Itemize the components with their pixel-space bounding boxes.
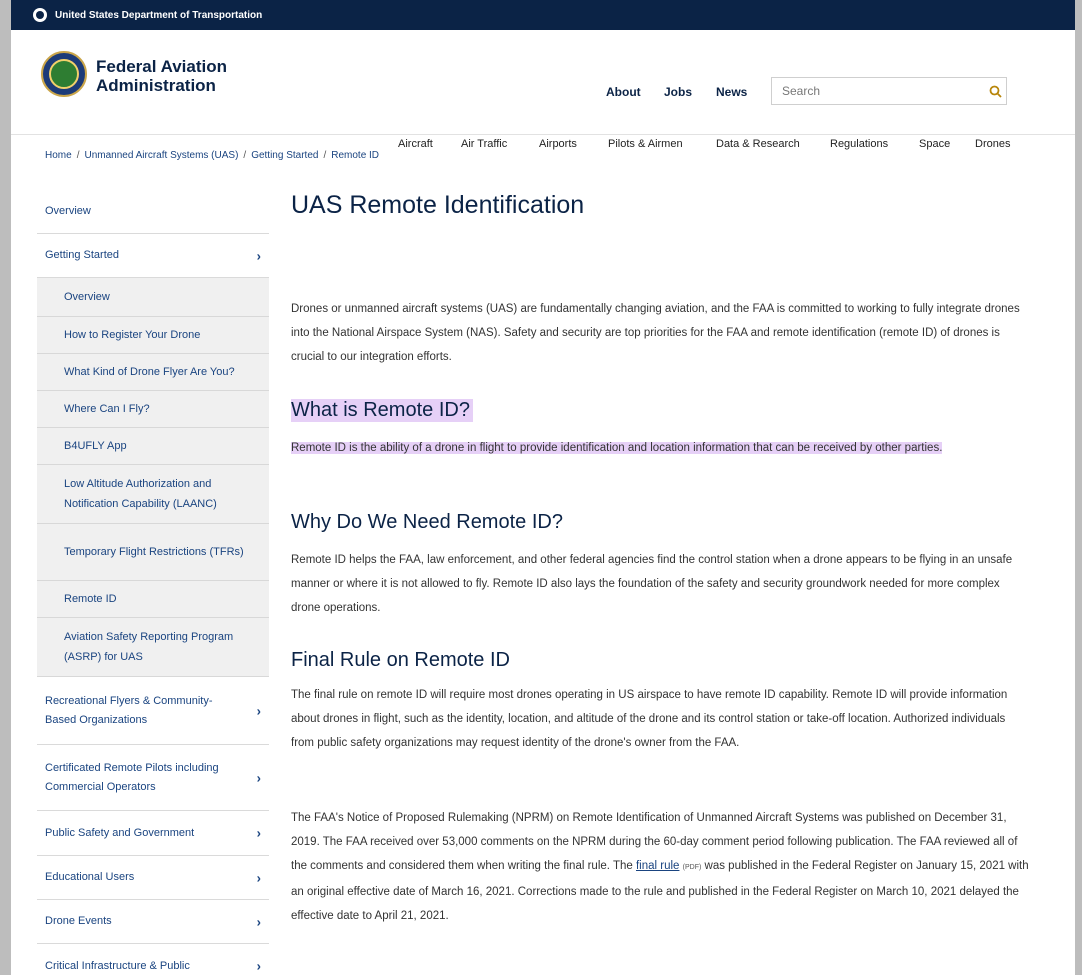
- sidebar-item-label: Public Safety and Government: [45, 826, 195, 839]
- breadcrumb-getting-started[interactable]: Getting Started: [251, 150, 318, 161]
- breadcrumb: Home / Unmanned Aircraft Systems (UAS) / Get…: [45, 150, 380, 161]
- subnav-item-flyer-type[interactable]: What Kind of Drone Flyer Are You?: [37, 354, 269, 391]
- what-paragraph: Remote ID is the ability of a drone in f…: [291, 436, 1031, 460]
- subnav-item-label: What Kind of Drone Flyer Are You?: [64, 366, 235, 378]
- nav-airports[interactable]: Airports: [539, 138, 577, 150]
- breadcrumb-home[interactable]: Home: [45, 150, 72, 161]
- nprm-paragraph: The FAA's Notice of Proposed Rulemaking …: [291, 806, 1031, 928]
- subnav-item-laanc[interactable]: Low Altitude Authorization and Notificat…: [37, 465, 269, 524]
- subnav-item-overview[interactable]: Overview: [37, 278, 269, 317]
- subnav-item-label: Low Altitude Authorization and Notificat…: [64, 478, 217, 510]
- subnav-item-label: Overview: [64, 291, 110, 303]
- sidebar-item-label: Overview: [45, 205, 91, 217]
- faa-seal-icon[interactable]: [41, 51, 87, 97]
- intro-paragraph: Drones or unmanned aircraft systems (UAS…: [291, 303, 1020, 363]
- chevron-right-icon: ›: [256, 825, 261, 841]
- subnav-item-register[interactable]: How to Register Your Drone: [37, 317, 269, 354]
- site-logo-text[interactable]: Federal Aviation Administration: [96, 57, 296, 95]
- subnav-item-tfrs[interactable]: Temporary Flight Restrictions (TFRs): [37, 524, 269, 581]
- subnav-item-b4ufly[interactable]: B4UFLY App: [37, 428, 269, 465]
- logo-line-2: Administration: [96, 76, 216, 95]
- agency-name[interactable]: United States Department of Transportati…: [55, 10, 262, 21]
- sidebar-item-drone-events[interactable]: Drone Events ›: [37, 900, 269, 944]
- sidebar-item-label: Getting Started: [45, 249, 119, 261]
- sidebar-item-label: Educational Users: [45, 871, 135, 883]
- breadcrumb-current: Remote ID: [331, 150, 380, 161]
- sidebar-item-label: Critical Infrastructure & Public: [45, 959, 190, 972]
- sidebar-item-certificated[interactable]: Certificated Remote Pilots including Com…: [37, 745, 269, 811]
- why-paragraph: Remote ID helps the FAA, law enforcement…: [291, 554, 1013, 614]
- sidebar-item-label: Certificated Remote Pilots including Com…: [45, 761, 219, 793]
- pdf-badge: (PDF): [682, 864, 702, 871]
- nav-space[interactable]: Space: [919, 138, 950, 150]
- highlighted-definition: Remote ID is the ability of a drone in f…: [291, 442, 943, 454]
- sidebar-item-recreational[interactable]: Recreational Flyers & Community-Based Or…: [37, 677, 269, 745]
- chevron-right-icon: ›: [256, 770, 261, 785]
- search-input[interactable]: [772, 78, 984, 104]
- heading-final-rule: Final Rule on Remote ID: [291, 649, 510, 671]
- subnav-item-label: Where Can I Fly?: [64, 403, 150, 415]
- logo-line-1: Federal Aviation: [96, 57, 227, 76]
- subnav-item-label: Remote ID: [64, 593, 117, 605]
- sidebar-item-critical-infrastructure[interactable]: Critical Infrastructure & Public ›: [37, 944, 269, 975]
- nav-news[interactable]: News: [716, 85, 747, 99]
- chevron-right-icon: ›: [256, 248, 261, 263]
- nav-aircraft[interactable]: Aircraft: [398, 138, 433, 150]
- subnav-item-label: Aviation Safety Reporting Program (ASRP)…: [64, 631, 234, 663]
- nav-data-research[interactable]: Data & Research: [716, 138, 800, 150]
- heading-why-need: Why Do We Need Remote ID?: [291, 511, 563, 533]
- sidebar-subnav: Overview How to Register Your Drone What…: [37, 278, 269, 677]
- subnav-item-asrp[interactable]: Aviation Safety Reporting Program (ASRP)…: [37, 618, 269, 677]
- sidebar-item-getting-started[interactable]: Getting Started ›: [37, 234, 269, 278]
- sidebar-nav: Overview Getting Started › Overview How …: [37, 190, 269, 975]
- dot-logo-icon: [33, 8, 47, 22]
- nav-air-traffic[interactable]: Air Traffic: [461, 138, 507, 150]
- dot-banner: United States Department of Transportati…: [11, 0, 1075, 30]
- nav-jobs[interactable]: Jobs: [664, 85, 692, 99]
- search-icon[interactable]: [984, 80, 1006, 102]
- chevron-right-icon: ›: [256, 914, 261, 929]
- chevron-right-icon: ›: [256, 958, 261, 974]
- sidebar-item-overview[interactable]: Overview: [37, 190, 269, 234]
- sidebar-item-label: Recreational Flyers & Community-Based Or…: [45, 694, 213, 726]
- subnav-item-label: How to Register Your Drone: [64, 329, 201, 341]
- page-title: UAS Remote Identification: [291, 191, 585, 219]
- page: United States Department of Transportati…: [11, 0, 1075, 975]
- subnav-item-label: B4UFLY App: [64, 440, 127, 452]
- final-rule-link[interactable]: final rule: [636, 860, 679, 872]
- subnav-item-where-fly[interactable]: Where Can I Fly?: [37, 391, 269, 428]
- site-header: Federal Aviation Administration About Jo…: [11, 30, 1075, 150]
- nav-about[interactable]: About: [606, 85, 641, 99]
- nav-pilots-airmen[interactable]: Pilots & Airmen: [608, 138, 683, 150]
- subnav-item-label: Temporary Flight Restrictions (TFRs): [64, 546, 244, 558]
- final-rule-paragraph: The final rule on remote ID will require…: [291, 689, 1008, 749]
- chevron-right-icon: ›: [256, 870, 261, 885]
- subnav-item-remote-id[interactable]: Remote ID: [37, 581, 269, 618]
- search-box: [771, 77, 1007, 105]
- sidebar-item-public-safety[interactable]: Public Safety and Government ›: [37, 811, 269, 856]
- breadcrumb-uas[interactable]: Unmanned Aircraft Systems (UAS): [84, 150, 238, 161]
- sidebar-item-educational[interactable]: Educational Users ›: [37, 856, 269, 900]
- nav-drones[interactable]: Drones: [975, 138, 1010, 150]
- sidebar-item-label: Drone Events: [45, 915, 112, 927]
- heading-what-is-remote-id: What is Remote ID?: [291, 399, 473, 422]
- nav-regulations[interactable]: Regulations: [830, 138, 888, 150]
- chevron-right-icon: ›: [256, 703, 261, 718]
